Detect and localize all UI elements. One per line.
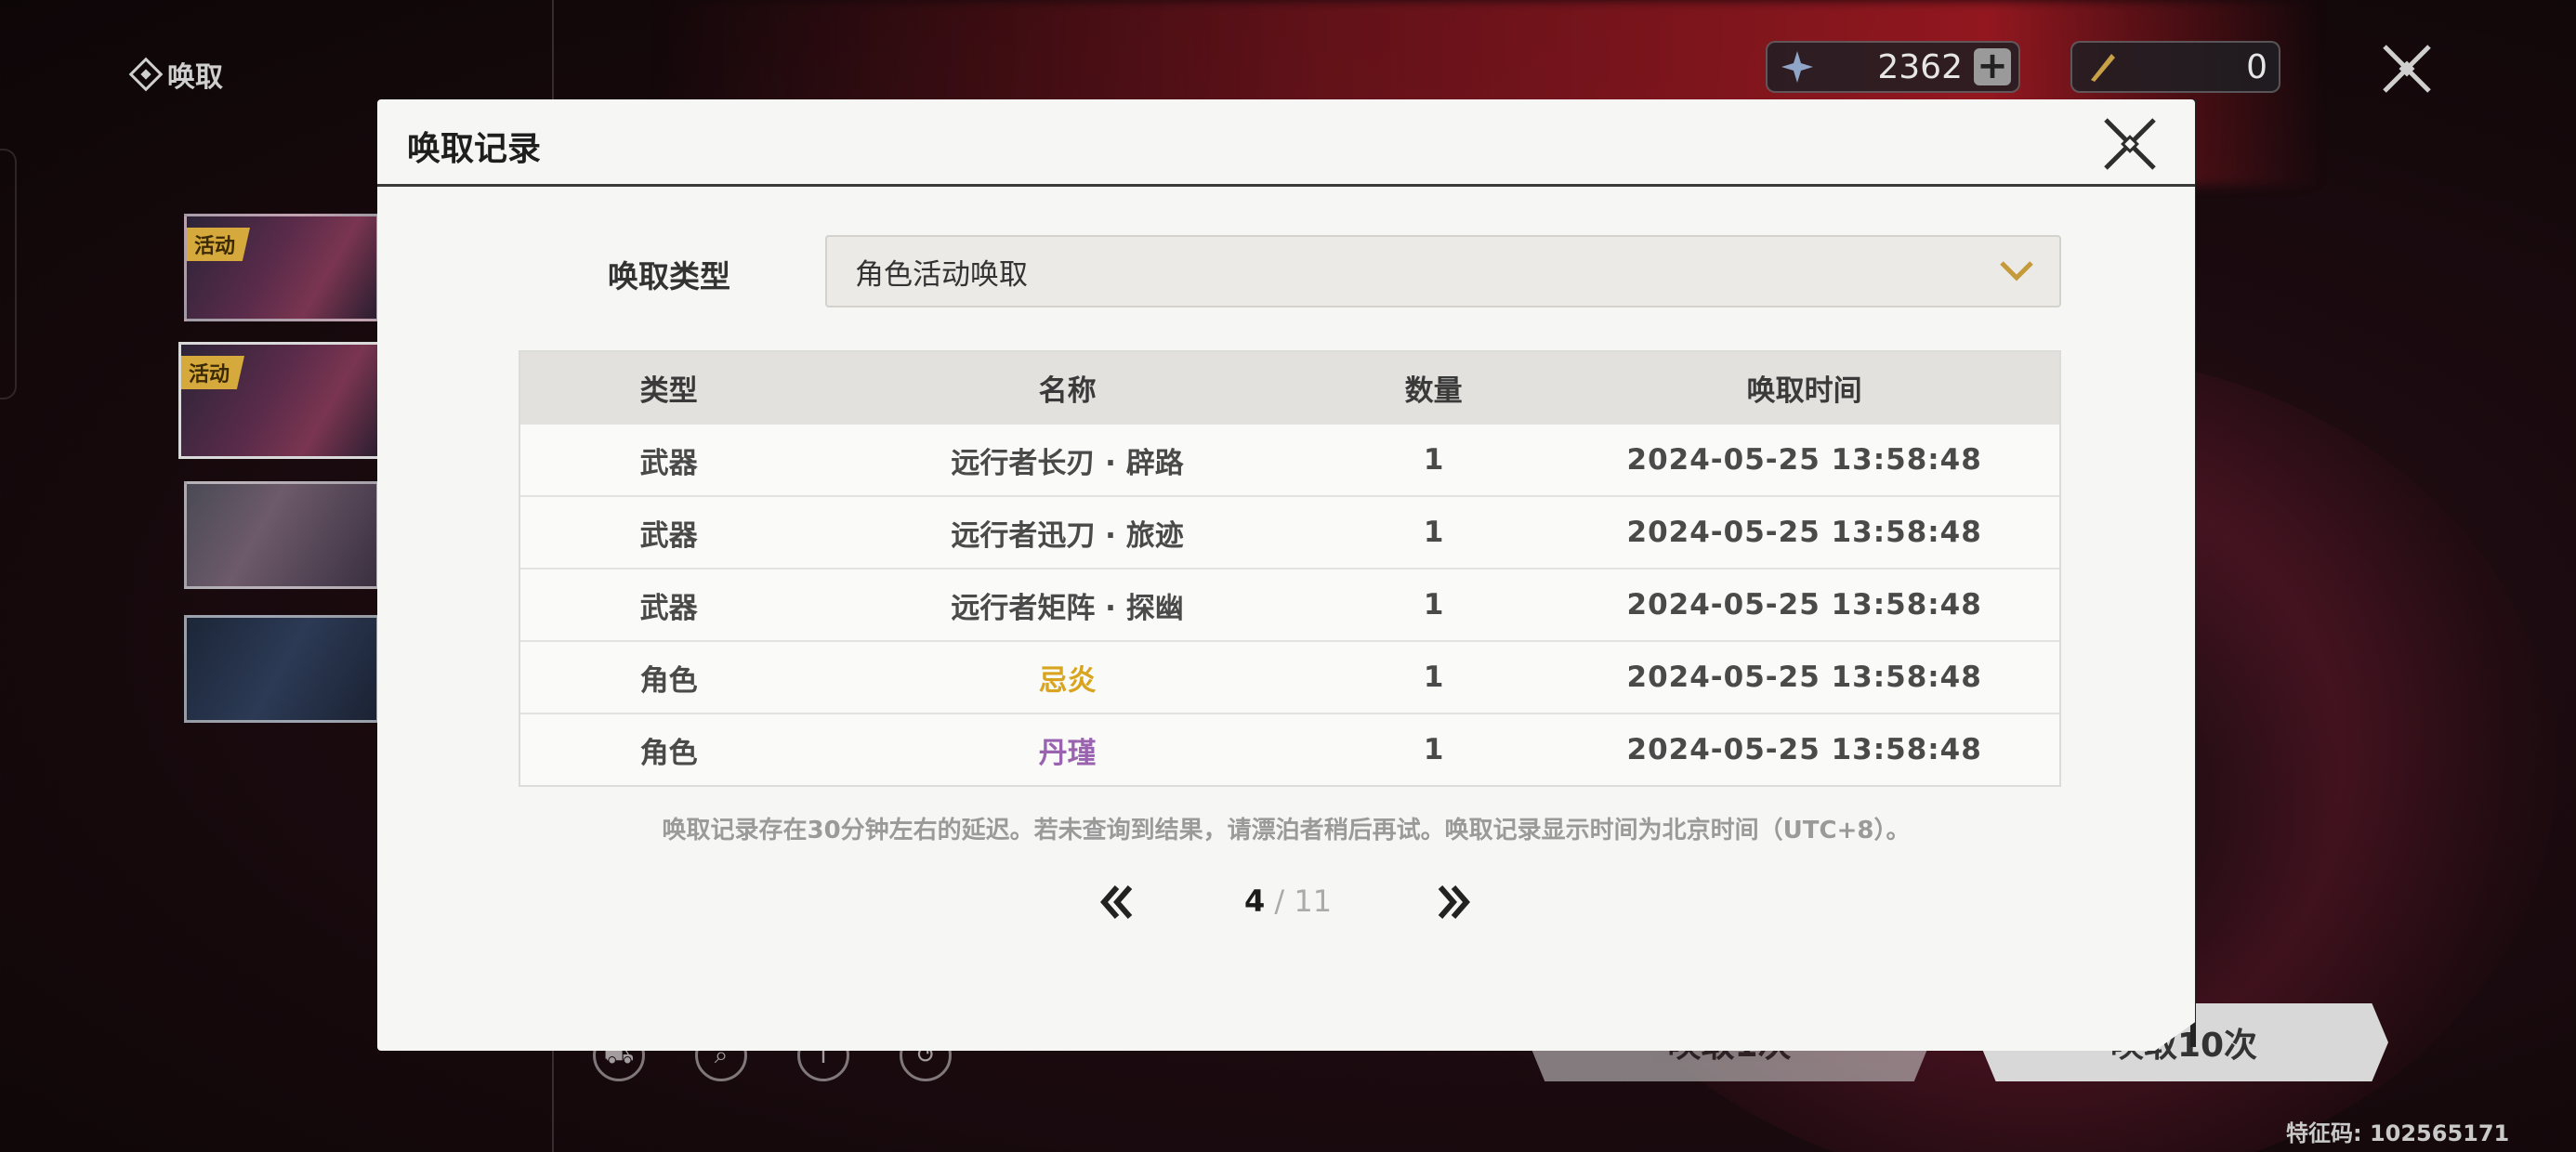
total-pages: 11 <box>1294 884 1333 919</box>
table-row: 角色 丹瑾 1 2024-05-25 13:58:48 <box>520 713 2059 785</box>
header-time: 唤取时间 <box>1746 373 1862 408</box>
header-name: 名称 <box>1038 373 1097 408</box>
page-separator: / <box>1265 884 1295 919</box>
tide-token-icon <box>2091 54 2115 82</box>
pull-type-value: 角色活动唤取 <box>855 257 1028 292</box>
cell-type: 武器 <box>639 446 698 480</box>
cell-type: 武器 <box>639 591 698 625</box>
left-edge-handle[interactable] <box>0 149 17 399</box>
table-row: 武器 远行者长刃 · 辟路 1 2024-05-25 13:58:48 <box>520 423 2059 495</box>
currency-astrite: 2362 + <box>1766 41 2020 93</box>
cell-time: 2024-05-25 13:58:48 <box>1626 443 1982 477</box>
banner-thumb-4[interactable] <box>184 615 379 723</box>
currency-amount: 0 <box>2246 47 2267 86</box>
currency-tide: 0 <box>2070 41 2280 93</box>
delay-notice: 唤取记录存在30分钟左右的延迟。若未查询到结果，请漂泊者稍后再试。唤取记录显示时… <box>662 817 1911 844</box>
activity-tag: 活动 <box>181 356 245 389</box>
banner-thumb-1[interactable]: 活动 <box>184 214 379 321</box>
cell-qty: 1 <box>1423 588 1444 622</box>
nav-title: 唤取 <box>128 54 223 95</box>
cell-name: 忌炎 <box>1038 663 1097 698</box>
cell-time: 2024-05-25 13:58:48 <box>1626 588 1982 622</box>
cell-type: 角色 <box>639 663 698 698</box>
banner-thumb-2[interactable]: 活动 <box>178 342 383 459</box>
diamond-icon <box>128 57 164 92</box>
next-page-icon[interactable] <box>1429 878 1478 926</box>
cell-time: 2024-05-25 13:58:48 <box>1626 516 1982 549</box>
cell-name: 远行者长刃 · 辟路 <box>951 446 1184 480</box>
modal-header: 唤取记录 <box>377 99 2195 187</box>
pagination: 4 / 11 <box>1093 871 1483 936</box>
cell-qty: 1 <box>1423 733 1444 766</box>
banner-thumb-3[interactable] <box>184 481 379 589</box>
table-header-row: 类型 名称 数量 唤取时间 <box>520 352 2059 423</box>
modal-title: 唤取记录 <box>407 130 542 168</box>
chevron-down-icon <box>2000 261 2033 281</box>
table-row: 角色 忌炎 1 2024-05-25 13:58:48 <box>520 640 2059 713</box>
activity-tag: 活动 <box>187 228 251 261</box>
modal-close-icon[interactable] <box>2096 111 2163 177</box>
pull-history-modal: 唤取记录 唤取类型 角色活动唤取 类型 名称 数量 唤取时间 武器 远行者长刃 … <box>377 99 2195 1051</box>
feature-code: 特征码: 102565171 <box>2286 1120 2510 1146</box>
cell-time: 2024-05-25 13:58:48 <box>1626 661 1982 694</box>
cell-name: 远行者迅刀 · 旅迹 <box>951 518 1184 553</box>
filter-label: 唤取类型 <box>608 258 730 295</box>
star-crystal-icon <box>1781 51 1813 83</box>
nav-title-label: 唤取 <box>167 61 223 94</box>
header-qty: 数量 <box>1404 373 1463 408</box>
table-row: 武器 远行者迅刀 · 旅迹 1 2024-05-25 13:58:48 <box>520 495 2059 568</box>
cell-name: 丹瑾 <box>1038 736 1097 770</box>
cell-qty: 1 <box>1423 661 1444 694</box>
header-type: 类型 <box>639 373 698 408</box>
currency-amount: 2362 <box>1877 47 1963 86</box>
cell-type: 角色 <box>639 736 698 770</box>
cell-time: 2024-05-25 13:58:48 <box>1626 733 1982 766</box>
cell-qty: 1 <box>1423 516 1444 549</box>
close-icon[interactable] <box>2379 41 2435 97</box>
cell-qty: 1 <box>1423 443 1444 477</box>
pull-type-select[interactable]: 角色活动唤取 <box>825 235 2061 308</box>
history-table: 类型 名称 数量 唤取时间 武器 远行者长刃 · 辟路 1 2024-05-25… <box>519 350 2061 787</box>
cell-type: 武器 <box>639 518 698 553</box>
cell-name: 远行者矩阵 · 探幽 <box>951 591 1184 625</box>
current-page: 4 <box>1243 884 1266 919</box>
page-indicator: 4 / 11 <box>1093 884 1483 919</box>
add-currency-button[interactable]: + <box>1974 47 2011 85</box>
table-row: 武器 远行者矩阵 · 探幽 1 2024-05-25 13:58:48 <box>520 568 2059 640</box>
